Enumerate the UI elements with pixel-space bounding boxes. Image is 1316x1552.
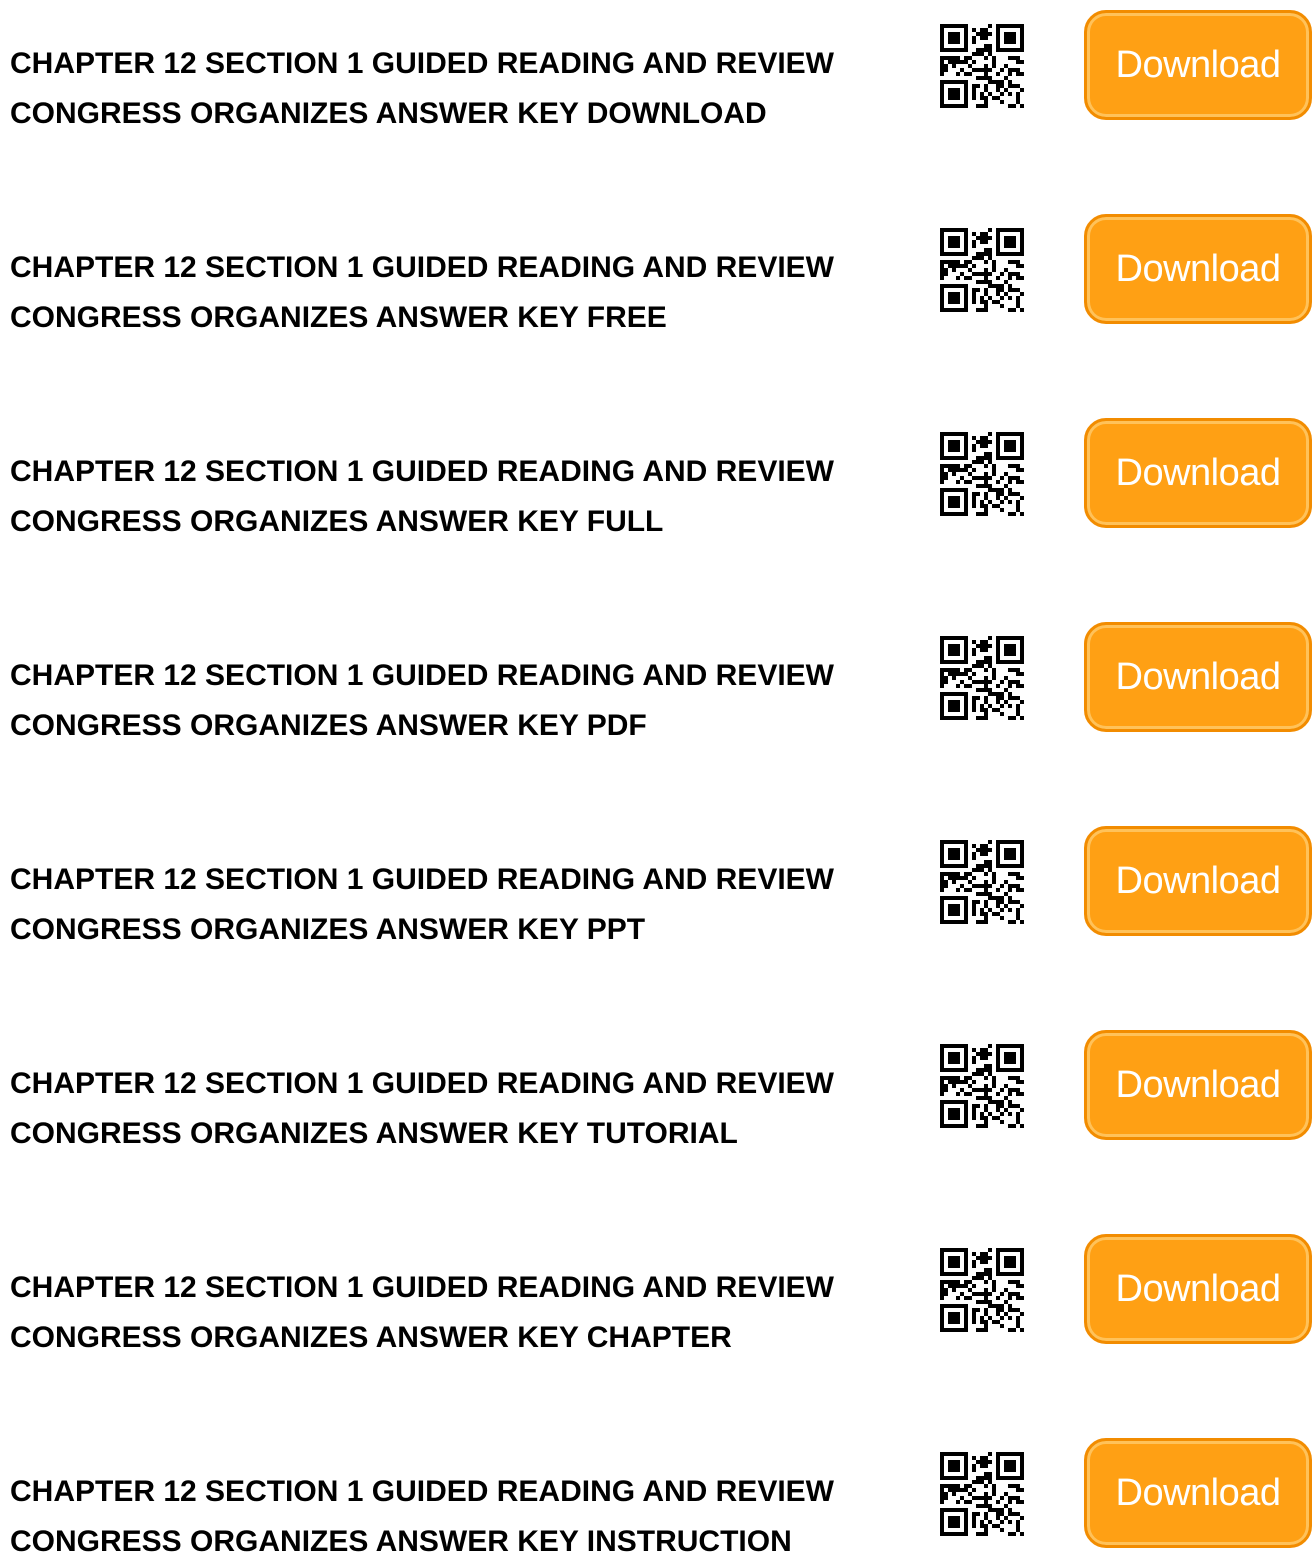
item-title-line2: CONGRESS ORGANIZES ANSWER KEY FULL xyxy=(10,505,664,538)
item-title-line1: CHAPTER 12 SECTION 1 GUIDED READING AND … xyxy=(10,659,834,692)
download-button[interactable]: Download xyxy=(1084,622,1312,732)
qr-code-icon xyxy=(934,630,1030,726)
item-title-line2: CONGRESS ORGANIZES ANSWER KEY PDF xyxy=(10,709,647,742)
item-title-line2: CONGRESS ORGANIZES ANSWER KEY FREE xyxy=(10,301,667,334)
item-title-line1: CHAPTER 12 SECTION 1 GUIDED READING AND … xyxy=(10,251,834,284)
download-list-item: CHAPTER 12 SECTION 1 GUIDED READING AND … xyxy=(0,1224,1316,1354)
item-title-line1: CHAPTER 12 SECTION 1 GUIDED READING AND … xyxy=(10,1271,834,1304)
download-button-label: Download xyxy=(1115,451,1282,494)
download-button[interactable]: Download xyxy=(1084,1438,1312,1548)
qr-code-icon xyxy=(934,18,1030,114)
item-title-line1: CHAPTER 12 SECTION 1 GUIDED READING AND … xyxy=(10,1067,834,1100)
download-button[interactable]: Download xyxy=(1084,418,1312,528)
item-title[interactable]: CHAPTER 12 SECTION 1 GUIDED READING AND … xyxy=(10,243,910,343)
download-button[interactable]: Download xyxy=(1084,10,1312,120)
qr-code-icon xyxy=(934,834,1030,930)
item-title-line2: CONGRESS ORGANIZES ANSWER KEY CHAPTER xyxy=(10,1321,732,1354)
download-list-item: CHAPTER 12 SECTION 1 GUIDED READING AND … xyxy=(0,0,1316,130)
download-button-label: Download xyxy=(1115,1471,1282,1514)
download-button[interactable]: Download xyxy=(1084,214,1312,324)
item-title-line2: CONGRESS ORGANIZES ANSWER KEY DOWNLOAD xyxy=(10,97,767,130)
item-title-line1: CHAPTER 12 SECTION 1 GUIDED READING AND … xyxy=(10,47,834,80)
download-list-item: CHAPTER 12 SECTION 1 GUIDED READING AND … xyxy=(0,408,1316,538)
item-title-line1: CHAPTER 12 SECTION 1 GUIDED READING AND … xyxy=(10,455,834,488)
item-title-line2: CONGRESS ORGANIZES ANSWER KEY TUTORIAL xyxy=(10,1117,738,1150)
download-list-item: CHAPTER 12 SECTION 1 GUIDED READING AND … xyxy=(0,612,1316,742)
download-button-label: Download xyxy=(1115,655,1282,698)
qr-code-icon xyxy=(934,1446,1030,1542)
download-button[interactable]: Download xyxy=(1084,1234,1312,1344)
item-title-line2: CONGRESS ORGANIZES ANSWER KEY PPT xyxy=(10,913,646,946)
item-title[interactable]: CHAPTER 12 SECTION 1 GUIDED READING AND … xyxy=(10,855,910,955)
download-list-item: CHAPTER 12 SECTION 1 GUIDED READING AND … xyxy=(0,204,1316,334)
item-title[interactable]: CHAPTER 12 SECTION 1 GUIDED READING AND … xyxy=(10,651,910,751)
item-title[interactable]: CHAPTER 12 SECTION 1 GUIDED READING AND … xyxy=(10,1059,910,1159)
download-button-label: Download xyxy=(1115,43,1282,86)
download-button-label: Download xyxy=(1115,1267,1282,1310)
item-title[interactable]: CHAPTER 12 SECTION 1 GUIDED READING AND … xyxy=(10,39,910,139)
download-list-item: CHAPTER 12 SECTION 1 GUIDED READING AND … xyxy=(0,816,1316,946)
item-title[interactable]: CHAPTER 12 SECTION 1 GUIDED READING AND … xyxy=(10,1263,910,1363)
item-title[interactable]: CHAPTER 12 SECTION 1 GUIDED READING AND … xyxy=(10,1467,910,1552)
qr-code-icon xyxy=(934,1038,1030,1134)
qr-code-icon xyxy=(934,1242,1030,1338)
item-title[interactable]: CHAPTER 12 SECTION 1 GUIDED READING AND … xyxy=(10,447,910,547)
item-title-line2: CONGRESS ORGANIZES ANSWER KEY INSTRUCTIO… xyxy=(10,1525,792,1552)
download-button[interactable]: Download xyxy=(1084,826,1312,936)
download-button-label: Download xyxy=(1115,247,1282,290)
item-title-line1: CHAPTER 12 SECTION 1 GUIDED READING AND … xyxy=(10,1475,834,1508)
download-button-label: Download xyxy=(1115,859,1282,902)
item-title-line1: CHAPTER 12 SECTION 1 GUIDED READING AND … xyxy=(10,863,834,896)
download-button-label: Download xyxy=(1115,1063,1282,1106)
download-list-item: CHAPTER 12 SECTION 1 GUIDED READING AND … xyxy=(0,1020,1316,1150)
qr-code-icon xyxy=(934,426,1030,522)
download-button[interactable]: Download xyxy=(1084,1030,1312,1140)
download-list-item: CHAPTER 12 SECTION 1 GUIDED READING AND … xyxy=(0,1428,1316,1552)
qr-code-icon xyxy=(934,222,1030,318)
